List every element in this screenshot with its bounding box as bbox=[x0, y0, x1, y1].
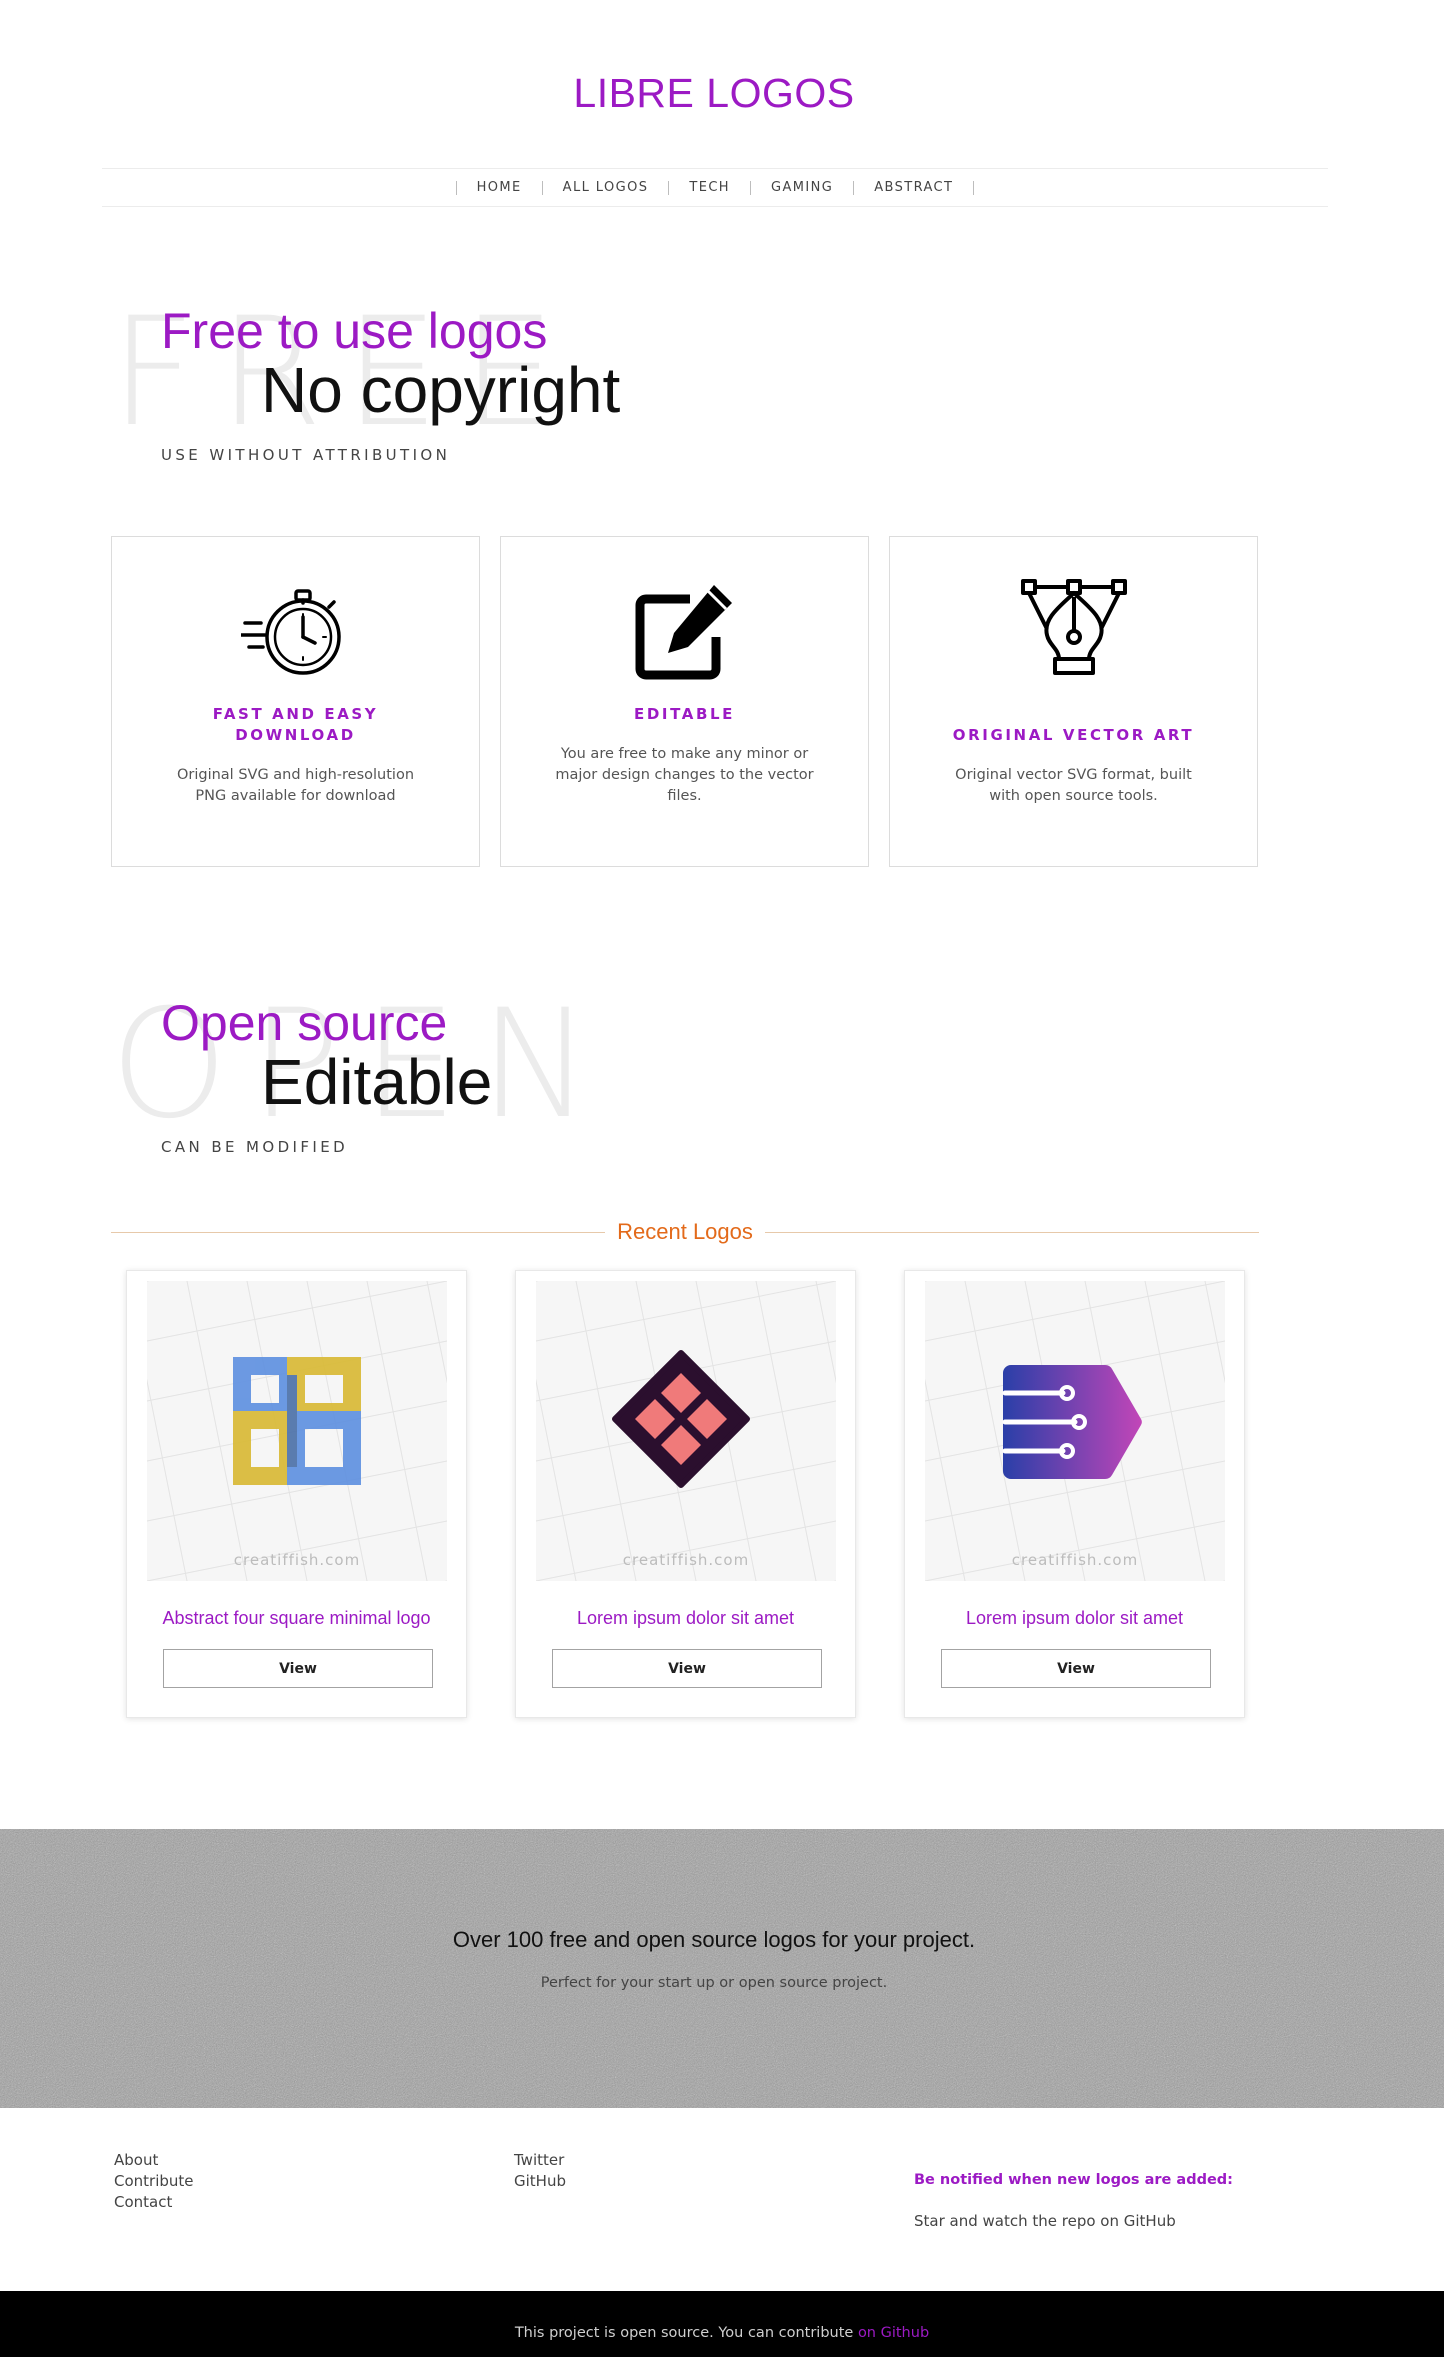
logo-card: creatiffish.com Lorem ipsum dolor sit am… bbox=[904, 1270, 1245, 1718]
footer-column-2: Twitter GitHub bbox=[514, 2150, 566, 2192]
bottom-text: This project is open source. You can con… bbox=[514, 2325, 858, 2341]
logo-card: creatiffish.com Abstract four square min… bbox=[126, 1270, 467, 1718]
github-link[interactable]: on Github bbox=[858, 2325, 929, 2341]
nav-tech[interactable]: TECH bbox=[669, 180, 750, 195]
notify-title: Be notified when new logos are added: bbox=[914, 2172, 1233, 2188]
promo-banner: Over 100 free and open source logos for … bbox=[0, 1829, 1444, 2108]
footer-link-github[interactable]: GitHub bbox=[514, 2171, 566, 2192]
feature-description: Original SVG and high-resolution PNG ava… bbox=[176, 767, 415, 804]
footer-link-about[interactable]: About bbox=[114, 2150, 194, 2171]
hero-kicker: Free to use logos bbox=[161, 303, 548, 359]
footer-link-contact[interactable]: Contact bbox=[114, 2192, 194, 2213]
recent-logos-heading: Recent Logos bbox=[617, 1219, 753, 1244]
feature-title: FAST AND EASY DOWNLOAD bbox=[212, 705, 379, 744]
logo-thumbnail[interactable]: creatiffish.com bbox=[925, 1281, 1225, 1581]
view-button[interactable]: View bbox=[163, 1649, 433, 1688]
footer-link-twitter[interactable]: Twitter bbox=[514, 2150, 566, 2171]
feature-card: FAST AND EASY DOWNLOAD Original SVG and … bbox=[111, 536, 480, 867]
arrow-tech-logo bbox=[1002, 1364, 1142, 1480]
logo-card-title[interactable]: Lorem ipsum dolor sit amet bbox=[905, 1608, 1244, 1629]
feature-title: EDITABLE bbox=[634, 705, 735, 723]
feature-title: ORIGINAL VECTOR ART bbox=[952, 726, 1195, 744]
view-button[interactable]: View bbox=[552, 1649, 822, 1688]
noise-texture bbox=[0, 1829, 1444, 2108]
banner-subtitle: Perfect for your start up or open source… bbox=[540, 1975, 888, 1991]
watermark: creatiffish.com bbox=[233, 1551, 361, 1569]
nav-all-logos[interactable]: ALL LOGOS bbox=[543, 180, 669, 195]
nav-abstract[interactable]: ABSTRACT bbox=[854, 180, 973, 195]
footer-link-contribute[interactable]: Contribute bbox=[114, 2171, 194, 2192]
features-row: FAST AND EASY DOWNLOAD Original SVG and … bbox=[111, 536, 1258, 867]
hero-subtitle: USE WITHOUT ATTRIBUTION bbox=[161, 446, 451, 464]
stopwatch-icon bbox=[112, 577, 479, 687]
banner-title: Over 100 free and open source logos for … bbox=[452, 1927, 976, 1952]
feature-description: You are free to make any minor or major … bbox=[555, 746, 814, 804]
watermark: creatiffish.com bbox=[1011, 1551, 1139, 1569]
recent-logos-grid: creatiffish.com Abstract four square min… bbox=[126, 1270, 1245, 1718]
footer-column-3: Be notified when new logos are added: St… bbox=[914, 2150, 1233, 2232]
hero-kicker: Open source bbox=[161, 995, 448, 1051]
hero-subtitle: CAN BE MODIFIED bbox=[161, 1138, 349, 1156]
feature-card: ORIGINAL VECTOR ART Original vector SVG … bbox=[889, 536, 1258, 867]
divider bbox=[764, 1231, 1260, 1233]
edit-icon bbox=[501, 577, 868, 687]
logo-thumbnail[interactable]: creatiffish.com bbox=[536, 1281, 836, 1581]
notify-text: Star and watch the repo on GitHub bbox=[914, 2212, 1176, 2230]
logo-card-title[interactable]: Lorem ipsum dolor sit amet bbox=[516, 1608, 855, 1629]
four-square-logo bbox=[233, 1357, 361, 1485]
nav-gaming[interactable]: GAMING bbox=[751, 180, 853, 195]
logo-card: creatiffish.com Lorem ipsum dolor sit am… bbox=[515, 1270, 856, 1718]
feature-card: EDITABLE You are free to make any minor … bbox=[500, 536, 869, 867]
divider bbox=[111, 1231, 606, 1233]
view-button[interactable]: View bbox=[941, 1649, 1211, 1688]
recent-logos-header: Recent Logos bbox=[111, 1217, 1260, 1247]
nav-separator bbox=[973, 180, 975, 195]
vector-pen-icon bbox=[890, 577, 1257, 687]
nav-home[interactable]: HOME bbox=[457, 180, 542, 195]
diamond-logo bbox=[612, 1350, 750, 1488]
main-nav: HOME ALL LOGOS TECH GAMING ABSTRACT bbox=[102, 168, 1328, 207]
watermark: creatiffish.com bbox=[622, 1551, 750, 1569]
bottom-bar: This project is open source. You can con… bbox=[0, 2291, 1444, 2357]
logo-thumbnail[interactable]: creatiffish.com bbox=[147, 1281, 447, 1581]
site-footer: About Contribute Contact Twitter GitHub … bbox=[0, 2108, 1444, 2291]
site-title[interactable]: LIBRE LOGOS bbox=[0, 70, 1428, 117]
hero-heading: Editable bbox=[261, 1046, 493, 1118]
hero-heading: No copyright bbox=[261, 354, 621, 426]
feature-description: Original vector SVG format, built with o… bbox=[955, 767, 1192, 804]
footer-column-1: About Contribute Contact bbox=[114, 2150, 194, 2213]
logo-card-title[interactable]: Abstract four square minimal logo bbox=[127, 1608, 466, 1629]
